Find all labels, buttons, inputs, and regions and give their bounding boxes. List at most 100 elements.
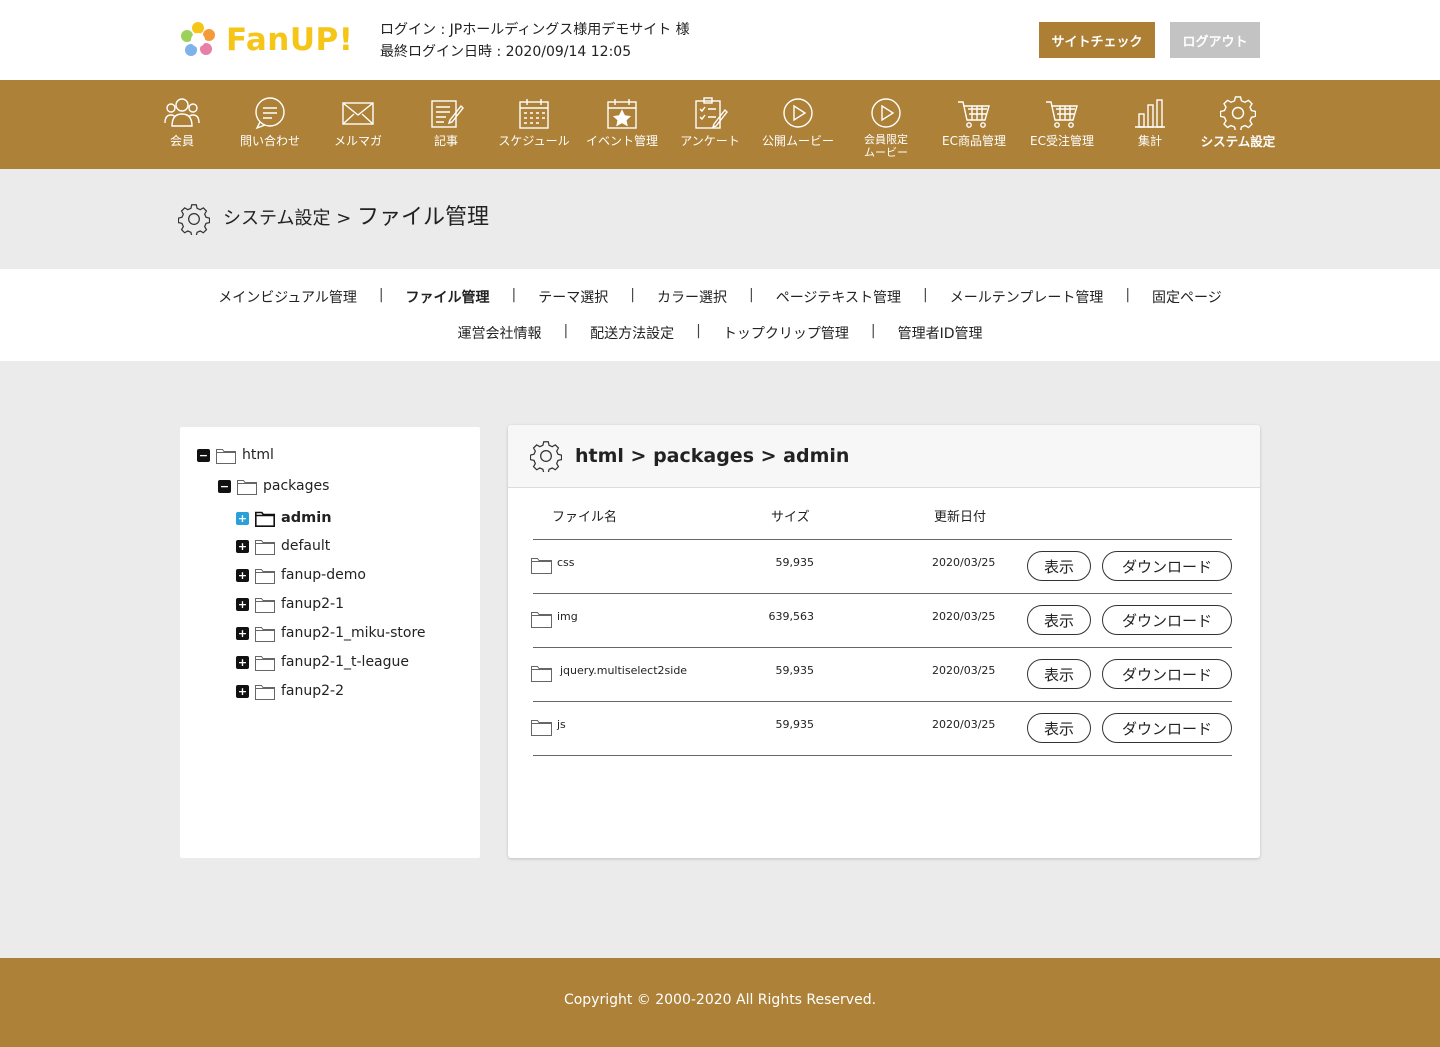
- tree-label: fanup2-1_miku-store: [281, 625, 426, 641]
- expand-icon[interactable]: +: [236, 684, 249, 698]
- tree-node-default[interactable]: + default: [236, 535, 330, 557]
- tree-label: default: [281, 538, 331, 554]
- tree-node-fanup-demo[interactable]: + fanup-demo: [236, 564, 366, 586]
- logout-button[interactable]: ログアウト: [1170, 22, 1260, 58]
- tree-node-fanup2-2[interactable]: + fanup2-2: [236, 680, 344, 702]
- file-row: jquery.multiselect2side 59,935 2020/03/2…: [508, 647, 1260, 701]
- nav-item-system-settings[interactable]: システム設定: [1194, 80, 1282, 169]
- nav-item-public-movie[interactable]: 公開ムービー: [754, 80, 842, 169]
- nav-item-member-movie[interactable]: 会員限定 ムービー: [842, 80, 930, 169]
- main-nav: 会員 問い合わせ メルマガ 記事 スケジュール イベント管理 アンケート 公開ム…: [0, 80, 1440, 169]
- column-header-date: 更新日付: [934, 510, 987, 525]
- submenu-row: メインビジュアル管理 | ファイル管理 | テーマ選択 | カラー選択 | ペー…: [0, 287, 1440, 307]
- file-list-header: html > packages > admin: [508, 425, 1260, 488]
- file-row: img 639,563 2020/03/25 表示 ダウンロード: [508, 593, 1260, 647]
- view-button[interactable]: 表示: [1027, 551, 1091, 581]
- survey-icon: [695, 97, 728, 129]
- cart-icon: [1046, 101, 1078, 128]
- submenu-separator: |: [923, 287, 928, 303]
- file-size: 639,563: [768, 610, 815, 623]
- file-size: 59,935: [775, 718, 815, 731]
- submenu-admin-id[interactable]: 管理者ID管理: [898, 323, 983, 343]
- nav-item-mailmag[interactable]: メルマガ: [314, 80, 402, 169]
- header: FanUP! ログイン : JPホールディングス様用デモサイト 様 最終ログイン…: [0, 0, 1440, 80]
- site-check-button[interactable]: サイトチェック: [1039, 22, 1155, 58]
- submenu-fixed-page[interactable]: 固定ページ: [1152, 287, 1222, 307]
- folder-icon: [255, 539, 275, 555]
- expand-icon[interactable]: +: [236, 655, 249, 669]
- folder-icon: [255, 626, 275, 642]
- collapse-icon[interactable]: −: [218, 479, 231, 493]
- submenu-color[interactable]: カラー選択: [657, 287, 727, 307]
- file-size: 59,935: [775, 664, 815, 677]
- file-name[interactable]: css: [557, 556, 575, 569]
- submenu-separator: |: [1125, 287, 1131, 303]
- gear-icon: [530, 441, 562, 472]
- submenu-company-info[interactable]: 運営会社情報: [457, 323, 541, 343]
- nav-item-inquiry[interactable]: 問い合わせ: [226, 80, 314, 169]
- row-divider: [533, 755, 1232, 756]
- download-button[interactable]: ダウンロード: [1102, 713, 1232, 743]
- nav-label-line1: 会員限定: [864, 133, 908, 146]
- last-login: 最終ログイン日時 : 2020/09/14 12:05: [380, 44, 632, 60]
- submenu-top-clip[interactable]: トップクリップ管理: [723, 323, 849, 343]
- page-title-band: システム設定 > ファイル管理: [0, 169, 1440, 269]
- nav-item-members[interactable]: 会員: [138, 80, 226, 169]
- members-icon: [164, 98, 200, 127]
- file-row: js 59,935 2020/03/25 表示 ダウンロード: [508, 701, 1260, 755]
- view-button[interactable]: 表示: [1027, 659, 1091, 689]
- tree-node-fanup2-1[interactable]: + fanup2-1: [236, 593, 344, 615]
- logo-text: FanUP!: [226, 22, 354, 58]
- submenu-file-management[interactable]: ファイル管理: [406, 287, 490, 307]
- download-button[interactable]: ダウンロード: [1102, 659, 1232, 689]
- nav-item-ec-product[interactable]: EC商品管理: [930, 80, 1018, 169]
- file-list-panel: html > packages > admin ファイル名 サイズ 更新日付 c…: [508, 425, 1260, 858]
- tree-node-html[interactable]: − html: [197, 444, 274, 466]
- directory-tree: − html − packages + admin + default + fa…: [180, 427, 480, 858]
- submenu-theme[interactable]: テーマ選択: [538, 287, 608, 307]
- download-button[interactable]: ダウンロード: [1102, 605, 1232, 635]
- expand-icon[interactable]: +: [236, 511, 249, 525]
- nav-item-survey[interactable]: アンケート: [666, 80, 754, 169]
- mail-icon: [342, 102, 374, 125]
- tree-node-fanup2-1-t-league[interactable]: + fanup2-1_t-league: [236, 651, 409, 673]
- tree-label: fanup-demo: [281, 567, 366, 583]
- submenu-separator: |: [748, 287, 754, 303]
- submenu-separator: |: [630, 287, 635, 303]
- expand-icon[interactable]: +: [236, 539, 249, 553]
- nav-item-schedule[interactable]: スケジュール: [490, 80, 578, 169]
- submenu-separator: |: [870, 323, 876, 339]
- page-title-current: ファイル管理: [357, 205, 490, 230]
- nav-item-article[interactable]: 記事: [402, 80, 490, 169]
- nav-item-ec-order[interactable]: EC受注管理: [1018, 80, 1106, 169]
- submenu-separator: |: [696, 323, 701, 339]
- nav-item-stats[interactable]: 集計: [1106, 80, 1194, 169]
- collapse-icon[interactable]: −: [197, 448, 210, 462]
- tree-label: packages: [263, 478, 330, 494]
- tree-node-fanup2-1-miku-store[interactable]: + fanup2-1_miku-store: [236, 622, 426, 644]
- view-button[interactable]: 表示: [1027, 713, 1091, 743]
- logo[interactable]: FanUP!: [178, 20, 353, 60]
- tree-node-admin[interactable]: + admin: [236, 507, 332, 529]
- submenu-main-visual[interactable]: メインビジュアル管理: [218, 287, 357, 307]
- gear-icon: [1220, 96, 1256, 130]
- folder-icon: [255, 655, 275, 671]
- submenu-mail-template[interactable]: メールテンプレート管理: [950, 287, 1104, 307]
- expand-icon[interactable]: +: [236, 568, 249, 582]
- file-name[interactable]: img: [557, 610, 578, 623]
- submenu-page-text[interactable]: ページテキスト管理: [776, 287, 901, 307]
- file-name[interactable]: jquery.multiselect2side: [560, 664, 687, 677]
- submenu-shipping[interactable]: 配送方法設定: [590, 323, 674, 343]
- file-name[interactable]: js: [557, 718, 566, 731]
- tree-node-packages[interactable]: − packages: [218, 475, 329, 497]
- expand-icon[interactable]: +: [236, 626, 249, 640]
- view-button[interactable]: 表示: [1027, 605, 1091, 635]
- nav-label: システム設定: [1200, 134, 1276, 149]
- download-button[interactable]: ダウンロード: [1102, 551, 1232, 581]
- expand-icon[interactable]: +: [236, 597, 249, 611]
- page-title-parent: システム設定: [223, 208, 331, 229]
- nav-item-event[interactable]: イベント管理: [578, 80, 666, 169]
- play-icon: [783, 98, 813, 128]
- current-path: html > packages > admin: [575, 445, 850, 467]
- article-icon: [431, 100, 464, 128]
